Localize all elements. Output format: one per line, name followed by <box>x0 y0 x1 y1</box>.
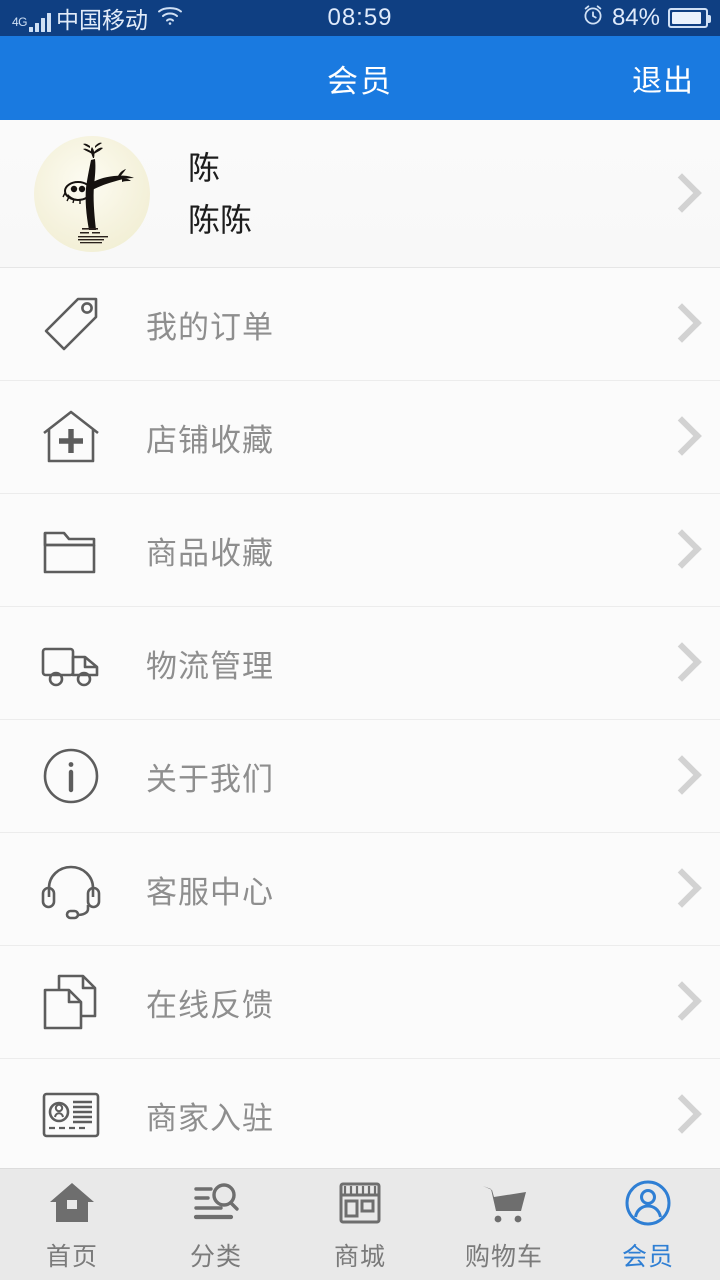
menu-item-my-orders[interactable]: 我的订单 <box>0 268 720 381</box>
tab-label: 会员 <box>621 1242 674 1271</box>
battery-icon <box>668 8 711 28</box>
tab-cart[interactable]: 购物车 <box>432 1169 576 1280</box>
tab-label: 分类 <box>189 1242 242 1271</box>
folder-icon <box>34 513 108 587</box>
status-bar-right: 84% <box>582 4 711 33</box>
id-card-icon <box>34 1078 108 1152</box>
chevron-right-icon <box>666 528 692 572</box>
tab-home[interactable]: 首页 <box>0 1169 144 1280</box>
menu-item-label: 客服中心 <box>146 874 274 910</box>
tab-mall[interactable]: 商城 <box>288 1169 432 1280</box>
store-icon <box>335 1177 385 1229</box>
chevron-right-icon <box>666 980 692 1024</box>
chevron-right-icon <box>666 754 692 798</box>
bottom-tab-bar: 首页 分类 商城 购物车 会员 <box>0 1168 720 1280</box>
chevron-right-icon <box>666 415 692 459</box>
tab-category[interactable]: 分类 <box>144 1169 288 1280</box>
wifi-icon <box>157 4 183 32</box>
chevron-right-icon <box>666 302 692 346</box>
documents-icon <box>34 965 108 1039</box>
menu-item-label: 物流管理 <box>146 648 274 684</box>
profile-row[interactable]: 陈 陈陈 <box>0 120 720 268</box>
avatar-ink-painting <box>62 142 134 243</box>
tab-label: 商城 <box>333 1242 386 1271</box>
menu-item-logistics[interactable]: 物流管理 <box>0 607 720 720</box>
menu-item-merchant-join[interactable]: 商家入驻 <box>0 1059 720 1168</box>
battery-percent-label: 84% <box>611 4 660 31</box>
profile-nickname: 陈陈 <box>188 201 253 238</box>
chevron-right-icon <box>666 1093 692 1137</box>
menu-item-online-feedback[interactable]: 在线反馈 <box>0 946 720 1059</box>
page-header: 会员 退出 <box>0 36 720 120</box>
home-icon <box>47 1177 97 1229</box>
chevron-right-icon <box>666 867 692 911</box>
menu-item-label: 我的订单 <box>146 309 274 345</box>
status-bar-left: 4G 中国移动 <box>12 4 183 32</box>
headset-icon <box>34 852 108 926</box>
info-circle-icon <box>34 739 108 813</box>
content-area: 陈 陈陈 我的订单 店铺收藏 商品收藏 物流管理 关于我们 客服中心 在线反馈 … <box>0 120 720 1168</box>
shopping-cart-icon <box>479 1177 529 1229</box>
profile-name: 陈 <box>188 149 221 186</box>
menu-item-shop-favorites[interactable]: 店铺收藏 <box>0 381 720 494</box>
tab-label: 购物车 <box>464 1242 543 1271</box>
menu-item-about-us[interactable]: 关于我们 <box>0 720 720 833</box>
tag-icon <box>34 287 108 361</box>
house-plus-icon <box>34 400 108 474</box>
signal-indicator: 4G <box>12 12 52 32</box>
chevron-right-icon <box>666 641 692 685</box>
carrier-label: 中国移动 <box>56 7 149 33</box>
category-search-icon <box>191 1177 241 1229</box>
menu-item-label: 在线反馈 <box>146 987 274 1023</box>
tab-label: 首页 <box>45 1242 98 1271</box>
menu-item-label: 店铺收藏 <box>146 422 274 458</box>
menu-item-label: 商品收藏 <box>146 535 274 571</box>
menu-item-label: 关于我们 <box>146 761 274 797</box>
menu-item-label: 商家入驻 <box>146 1100 274 1136</box>
chevron-right-icon <box>666 172 692 216</box>
app-screen: 4G 中国移动 08:59 84% 会员 退出 陈 陈陈 我的订单 店铺收藏 商… <box>0 0 720 1280</box>
menu-item-product-favorites[interactable]: 商品收藏 <box>0 494 720 607</box>
logout-button[interactable]: 退出 <box>632 56 694 100</box>
status-bar: 4G 中国移动 08:59 84% <box>0 0 720 36</box>
signal-bars-icon <box>29 12 52 32</box>
page-title: 会员 <box>327 63 393 99</box>
profile-names: 陈 陈陈 <box>188 152 252 236</box>
network-type-label: 4G <box>12 15 28 29</box>
tab-member[interactable]: 会员 <box>576 1169 720 1280</box>
avatar[interactable] <box>34 135 150 252</box>
user-circle-icon <box>623 1177 673 1229</box>
truck-icon <box>34 626 108 700</box>
menu-item-customer-service[interactable]: 客服中心 <box>0 833 720 946</box>
alarm-clock-icon <box>582 4 604 33</box>
